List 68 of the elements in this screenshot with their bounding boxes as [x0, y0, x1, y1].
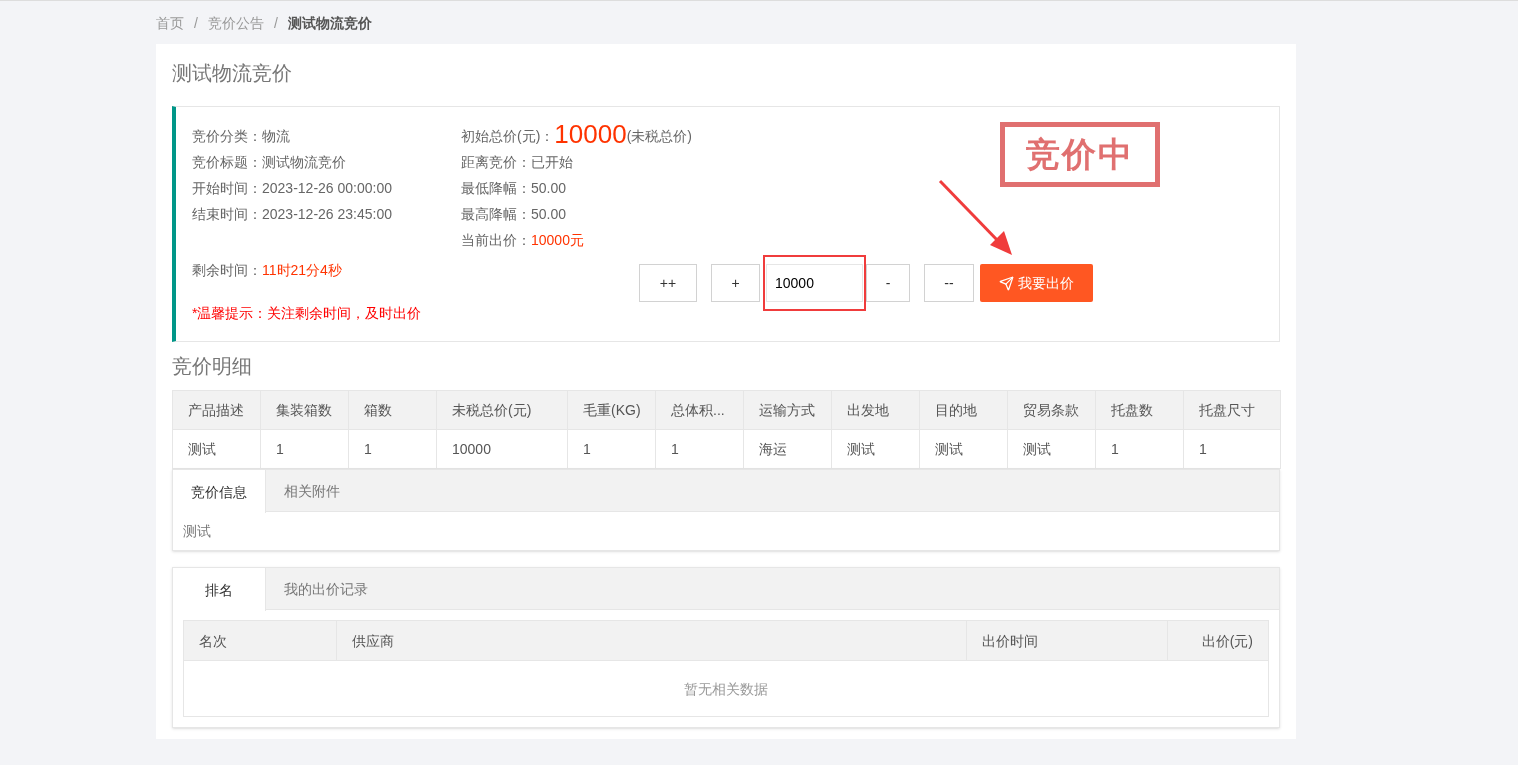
tab[interactable]: 排名 [173, 568, 266, 611]
big-increase-button[interactable]: ++ [639, 264, 697, 302]
table-cell: 10000 [436, 429, 568, 469]
breadcrumb-separator: / [273, 13, 278, 33]
tab[interactable]: 我的出价记录 [266, 568, 386, 609]
column-header: 箱数 [348, 390, 437, 430]
field-label: 距离竞价： [461, 153, 531, 172]
field-value: 2023-12-26 00:00:00 [262, 179, 392, 198]
column-header: 产品描述 [172, 390, 261, 430]
table-cell: 1 [1095, 429, 1184, 469]
section-title: 竞价明细 [172, 354, 253, 379]
page-title: 测试物流竞价 [172, 61, 293, 86]
column-header: 未税总价(元) [436, 390, 568, 430]
remaining-time: 11时21分4秒 [262, 261, 342, 280]
increase-button[interactable]: + [711, 264, 760, 302]
table-cell: 1 [1183, 429, 1281, 469]
field-value: 测试物流竞价 [262, 153, 346, 172]
table-cell: 测试 [172, 429, 261, 469]
field-label: 竞价标题： [192, 153, 262, 172]
tip-text: *温馨提示：关注剩余时间，及时出价 [192, 304, 423, 323]
table-cell: 1 [348, 429, 437, 469]
column-header: 托盘数 [1095, 390, 1184, 430]
field-value: 10000元 [531, 231, 584, 250]
empty-state-text: 暂无相关数据 [684, 679, 768, 699]
field-value: 已开始 [531, 153, 573, 172]
column-header: 出价时间 [966, 621, 1167, 660]
column-header: 集装箱数 [260, 390, 349, 430]
field-label: 结束时间： [192, 205, 262, 224]
column-header: 出发地 [831, 390, 920, 430]
field-label: 最高降幅： [461, 205, 531, 224]
field-label: 初始总价(元)： [461, 127, 555, 146]
price-note: (未税总价) [626, 128, 692, 146]
field-value: 50.00 [531, 205, 567, 224]
table-cell: 1 [567, 429, 656, 469]
table-cell: 测试 [919, 429, 1008, 469]
column-header: 出价(元) [1167, 621, 1268, 660]
column-header: 总体积... [655, 390, 744, 430]
breadcrumb-link[interactable]: 测试物流竞价 [287, 12, 372, 33]
bid-amount-input[interactable]: 10000 [766, 264, 863, 302]
initial-price: 10000 [554, 119, 627, 149]
big-decrease-button[interactable]: -- [924, 264, 974, 302]
table-cell: 1 [655, 429, 744, 469]
field-label: 当前出价： [461, 231, 531, 250]
field-value: 物流 [262, 127, 290, 146]
status-stamp: 竞价中 [1000, 122, 1160, 187]
column-header: 毛重(KG) [567, 390, 656, 430]
field-value: 2023-12-26 23:45:00 [262, 205, 392, 224]
tab-content-text: 测试 [182, 522, 212, 541]
field-label: 剩余时间： [192, 261, 262, 280]
column-header: 目的地 [919, 390, 1008, 430]
field-label: 竞价分类： [192, 127, 262, 146]
field-value: 50.00 [531, 179, 567, 198]
table-cell: 测试 [831, 429, 920, 469]
column-header: 托盘尺寸 [1183, 390, 1281, 430]
column-header: 运输方式 [743, 390, 832, 430]
tab[interactable]: 相关附件 [266, 470, 358, 511]
table-cell: 测试 [1007, 429, 1096, 469]
column-header: 供应商 [336, 621, 966, 660]
tab[interactable]: 竞价信息 [173, 470, 266, 513]
paper-plane-icon [999, 275, 1014, 291]
breadcrumb-separator: / [194, 13, 198, 33]
decrease-button[interactable]: - [866, 264, 910, 302]
table-cell: 海运 [743, 429, 832, 469]
table-cell: 1 [260, 429, 349, 469]
field-label: 开始时间： [192, 179, 262, 198]
column-header: 名次 [198, 631, 228, 651]
field-label: 最低降幅： [461, 179, 531, 198]
column-header: 贸易条款 [1007, 390, 1096, 430]
